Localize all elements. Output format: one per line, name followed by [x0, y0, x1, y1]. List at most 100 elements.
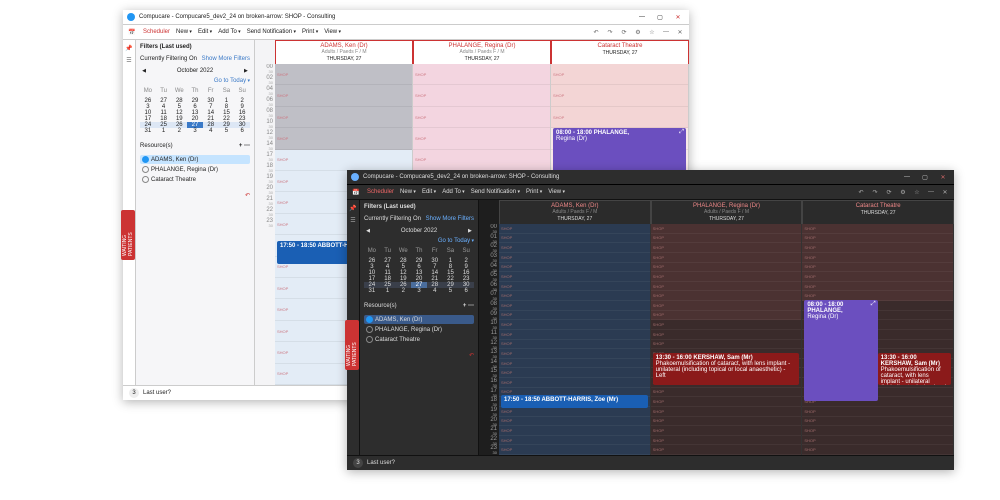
time-slot[interactable]: SHOP: [651, 436, 802, 446]
rail-pin-icon[interactable]: 📌: [125, 44, 133, 52]
settings-icon[interactable]: ⚙: [898, 187, 908, 197]
time-slot[interactable]: SHOP: [802, 263, 953, 273]
scheduler-icon[interactable]: 📅: [127, 27, 137, 37]
time-slot[interactable]: SHOP: [651, 320, 802, 330]
side-tab-strip[interactable]: WAITING PATIENTS: [347, 320, 357, 370]
time-slot[interactable]: SHOP: [651, 407, 802, 417]
time-slot[interactable]: SHOP: [651, 445, 802, 455]
scheduler-icon[interactable]: 📅: [351, 187, 361, 197]
time-slot[interactable]: SHOP: [551, 64, 688, 85]
time-slot[interactable]: SHOP: [499, 311, 650, 321]
resource-item[interactable]: Cataract Theatre: [140, 175, 250, 184]
next-month-button[interactable]: ▶: [466, 228, 474, 234]
column-header-2[interactable]: PHALANGE, Regina (Dr)Adults / Paeds F / …: [413, 40, 551, 64]
rail-filter-icon[interactable]: ☰: [125, 56, 133, 64]
time-slot[interactable]: SHOP: [802, 436, 953, 446]
calendar-day[interactable]: 3: [411, 288, 427, 294]
menu-new[interactable]: New: [400, 189, 416, 195]
time-slot[interactable]: SHOP: [499, 407, 650, 417]
next-month-button[interactable]: ▶: [242, 68, 250, 74]
time-slot[interactable]: SHOP: [413, 85, 550, 106]
lane-1[interactable]: SHOPSHOPSHOPSHOPSHOPSHOPSHOPSHOPSHOPSHOP…: [499, 224, 651, 455]
time-slot[interactable]: SHOP: [651, 282, 802, 292]
waiting-patients-tab[interactable]: WAITING PATIENTS: [123, 210, 135, 260]
calendar-day[interactable]: 4: [427, 288, 443, 294]
time-slot[interactable]: SHOP: [499, 426, 650, 436]
time-slot[interactable]: SHOP: [275, 150, 412, 171]
calendar-day[interactable]: 1: [380, 288, 396, 294]
time-slot[interactable]: SHOP: [499, 378, 650, 388]
menu-send-notification[interactable]: Send Notification: [247, 29, 296, 35]
prev-month-button[interactable]: ◀: [364, 228, 372, 234]
appointment-phalange[interactable]: ⤢ 08:00 - 18:00 PHALANGE, Regina (Dr): [804, 300, 877, 401]
time-slot[interactable]: SHOP: [499, 340, 650, 350]
time-slot[interactable]: SHOP: [499, 349, 650, 359]
status-badge[interactable]: 3: [129, 388, 139, 398]
status-badge[interactable]: 3: [353, 458, 363, 468]
menu-scheduler[interactable]: Scheduler: [143, 29, 170, 35]
calendar-grid[interactable]: 2627282930123456789101112131415161718192…: [140, 98, 250, 134]
time-slot[interactable]: SHOP: [499, 301, 650, 311]
time-slot[interactable]: SHOP: [499, 417, 650, 427]
time-slot[interactable]: SHOP: [413, 64, 550, 85]
time-slot[interactable]: SHOP: [499, 263, 650, 273]
time-slot[interactable]: SHOP: [499, 320, 650, 330]
close-tab-icon[interactable]: ✕: [675, 27, 685, 37]
expand-icon[interactable]: ⤢: [679, 129, 684, 136]
menu-scheduler[interactable]: Scheduler: [367, 189, 394, 195]
calendar-day[interactable]: 3: [187, 128, 203, 134]
time-slot[interactable]: SHOP: [651, 263, 802, 273]
calendar-day[interactable]: 31: [364, 288, 380, 294]
time-slot[interactable]: SHOP: [651, 243, 802, 253]
undo-icon[interactable]: ↶: [856, 187, 866, 197]
calendar-grid[interactable]: 2627282930123456789101112131415161718192…: [364, 258, 474, 294]
time-slot[interactable]: SHOP: [802, 417, 953, 427]
time-slot[interactable]: SHOP: [651, 253, 802, 263]
time-slot[interactable]: SHOP: [651, 311, 802, 321]
calendar-day[interactable]: 6: [458, 288, 474, 294]
appointment-abbott-harris[interactable]: 17:50 - 18:50 ABBOTT-HARRIS, Zoe (Mr): [501, 395, 648, 408]
time-slot[interactable]: SHOP: [551, 107, 688, 128]
time-slot[interactable]: SHOP: [275, 85, 412, 106]
add-resource-button[interactable]: + ⋯: [463, 302, 474, 309]
show-more-filters-link[interactable]: Show More Filters: [202, 56, 250, 62]
time-slot[interactable]: SHOP: [499, 368, 650, 378]
time-slot[interactable]: SHOP: [651, 417, 802, 427]
refresh-icon[interactable]: ⟳: [619, 27, 629, 37]
sidebar-undo-button[interactable]: ↶: [140, 192, 250, 199]
time-slot[interactable]: SHOP: [499, 243, 650, 253]
time-slot[interactable]: SHOP: [651, 272, 802, 282]
time-slot[interactable]: SHOP: [651, 224, 802, 234]
menu-send-notification[interactable]: Send Notification: [471, 189, 520, 195]
time-slot[interactable]: SHOP: [651, 340, 802, 350]
menu-add-to[interactable]: Add To: [442, 189, 464, 195]
go-to-today-link[interactable]: Go to Today: [438, 238, 474, 244]
time-slot[interactable]: SHOP: [802, 234, 953, 244]
time-slot[interactable]: SHOP: [802, 407, 953, 417]
time-slot[interactable]: SHOP: [802, 426, 953, 436]
redo-icon[interactable]: ↷: [605, 27, 615, 37]
calendar-day[interactable]: 5: [443, 288, 459, 294]
time-slot[interactable]: SHOP: [651, 397, 802, 407]
pin-icon[interactable]: ☆: [912, 187, 922, 197]
column-header-1[interactable]: ADAMS, Ken (Dr)Adults / Paeds F / MTHURS…: [275, 40, 413, 64]
redo-icon[interactable]: ↷: [870, 187, 880, 197]
calendar-day[interactable]: 5: [219, 128, 235, 134]
minimize-button[interactable]: —: [900, 174, 914, 180]
time-slot[interactable]: SHOP: [551, 85, 688, 106]
resource-item[interactable]: ADAMS, Ken (Dr): [140, 155, 250, 164]
lane-2[interactable]: SHOPSHOPSHOPSHOPSHOPSHOPSHOPSHOPSHOPSHOP…: [651, 224, 803, 455]
time-slot[interactable]: SHOP: [651, 330, 802, 340]
time-slot[interactable]: SHOP: [651, 291, 802, 301]
time-slot[interactable]: SHOP: [499, 445, 650, 455]
time-slot[interactable]: SHOP: [413, 107, 550, 128]
time-slot[interactable]: SHOP: [499, 359, 650, 369]
time-slot[interactable]: SHOP: [802, 272, 953, 282]
calendar-day[interactable]: 4: [203, 128, 219, 134]
time-slot[interactable]: SHOP: [413, 150, 550, 171]
menu-print[interactable]: Print: [526, 189, 542, 195]
add-resource-button[interactable]: + ⋯: [239, 142, 250, 149]
time-slot[interactable]: SHOP: [275, 64, 412, 85]
time-slot[interactable]: SHOP: [651, 388, 802, 398]
settings-icon[interactable]: ⚙: [633, 27, 643, 37]
